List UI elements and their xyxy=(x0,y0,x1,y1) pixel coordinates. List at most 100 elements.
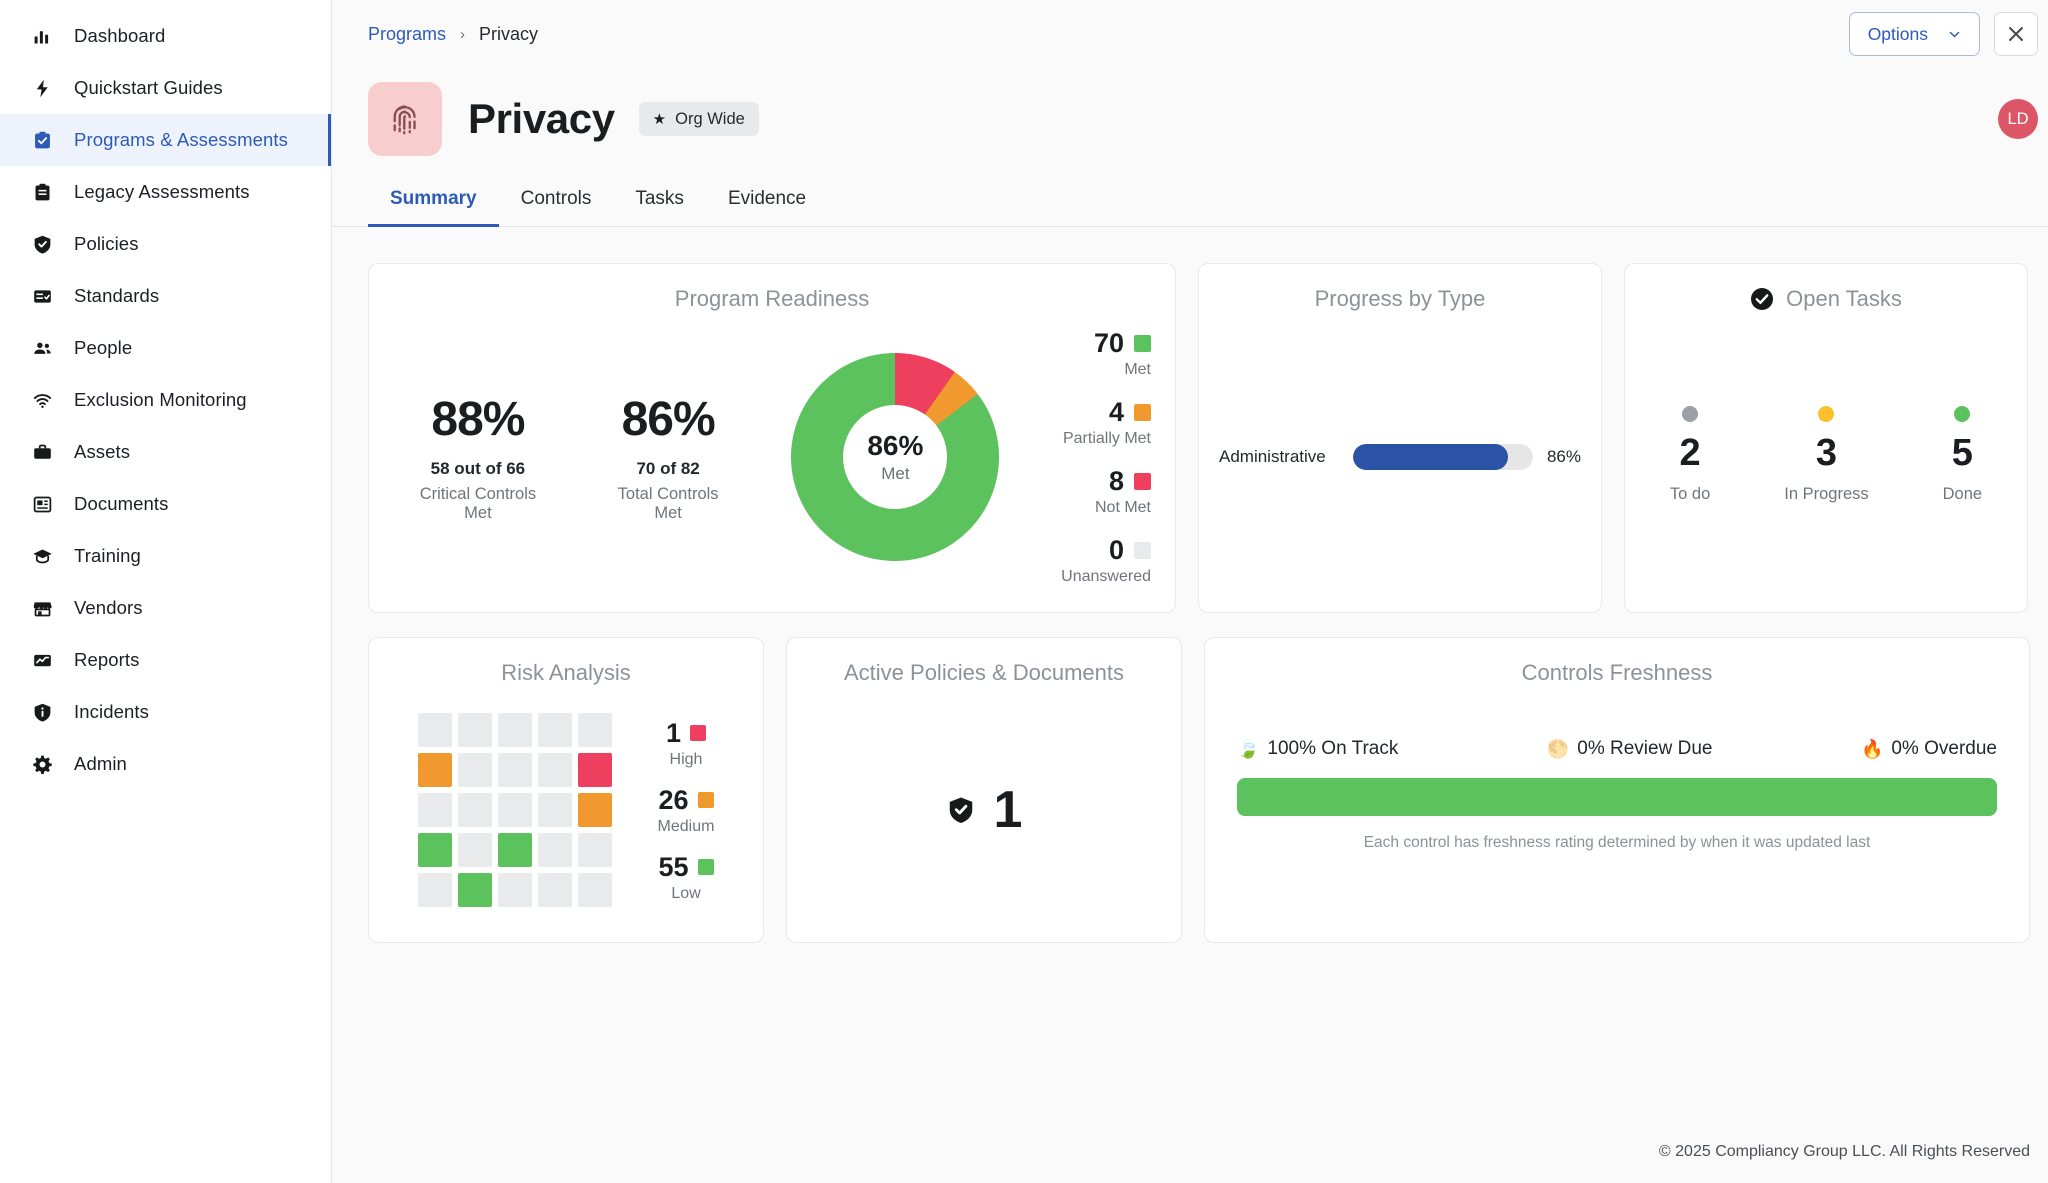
main-area: Programs › Privacy Options xyxy=(332,0,2048,1183)
risk-cell-empty xyxy=(418,873,452,907)
readiness-stat: 86%70 of 82Total Controls Met xyxy=(603,392,734,523)
footer: © 2025 Compliancy Group LLC. All Rights … xyxy=(332,1143,2048,1183)
sidebar-item-assets[interactable]: Assets xyxy=(0,426,331,478)
chevron-down-icon xyxy=(1948,28,1961,41)
risk-cell-empty xyxy=(578,833,612,867)
card-title-controls-freshness: Controls Freshness xyxy=(1205,638,2029,686)
risk-cell-empty xyxy=(538,833,572,867)
risk-legend: 1High26Medium55Low xyxy=(658,718,715,903)
legend-value: 0 xyxy=(1109,535,1124,566)
card-title-open-tasks: Open Tasks xyxy=(1786,286,1902,312)
sidebar-item-policies[interactable]: Policies xyxy=(0,218,331,270)
fingerprint-icon xyxy=(368,82,442,156)
sidebar-item-documents[interactable]: Documents xyxy=(0,478,331,530)
freshness-segment: 🔥0% Overdue xyxy=(1861,738,1997,760)
progress-value-label: 86% xyxy=(1547,447,1581,467)
sidebar-item-label: Documents xyxy=(74,493,168,515)
close-button[interactable] xyxy=(1994,12,2038,56)
clipboard-check-icon xyxy=(30,128,54,152)
tab-tasks[interactable]: Tasks xyxy=(613,178,706,226)
risk-cell-empty xyxy=(458,753,492,787)
risk-cell-low xyxy=(498,833,532,867)
top-bar-actions: Options xyxy=(1849,12,2038,56)
donut-center-label: Met xyxy=(881,464,909,484)
sidebar-item-label: Incidents xyxy=(74,701,149,723)
sidebar-item-programs-assessments[interactable]: Programs & Assessments xyxy=(0,114,331,166)
open-task-count: 2 xyxy=(1670,432,1710,475)
tab-summary[interactable]: Summary xyxy=(368,178,499,226)
status-dot xyxy=(1818,406,1834,422)
progress-bar-track xyxy=(1353,444,1533,470)
legend-swatch xyxy=(1134,335,1151,352)
dashboard-row-2: Risk Analysis 1High26Medium55Low Active … xyxy=(368,637,2030,943)
open-tasks-list: 2To do3In Progress5Done xyxy=(1625,312,2027,598)
freshness-segment: 🌕 0% Review Due xyxy=(1547,738,1713,760)
risk-cell-medium xyxy=(578,793,612,827)
store-icon xyxy=(30,596,54,620)
briefcase-icon xyxy=(30,440,54,464)
risk-cell-empty xyxy=(418,713,452,747)
sidebar-item-exclusion-monitoring[interactable]: Exclusion Monitoring xyxy=(0,374,331,426)
breadcrumb-current: Privacy xyxy=(479,24,538,45)
open-task-label: In Progress xyxy=(1784,485,1868,504)
sidebar-item-label: Quickstart Guides xyxy=(74,77,223,99)
progress-bar-fill xyxy=(1353,444,1508,470)
avatar[interactable]: LD xyxy=(1998,99,2038,139)
readiness-legend-item: 70Met xyxy=(999,328,1151,379)
open-task-count: 5 xyxy=(1943,432,1982,475)
sidebar-item-label: Training xyxy=(74,545,141,567)
risk-legend-swatch xyxy=(690,725,706,741)
legend-label: Met xyxy=(999,361,1151,379)
sidebar-item-legacy-assessments[interactable]: Legacy Assessments xyxy=(0,166,331,218)
card-active-policies: Active Policies & Documents 1 xyxy=(786,637,1182,943)
donut-center: 86% Met xyxy=(843,405,947,509)
freshness-segment-label: 0% Review Due xyxy=(1577,738,1712,760)
legend-value: 4 xyxy=(1109,397,1124,428)
sidebar-item-training[interactable]: Training xyxy=(0,530,331,582)
sidebar-item-quickstart-guides[interactable]: Quickstart Guides xyxy=(0,62,331,114)
risk-cell-empty xyxy=(498,793,532,827)
legend-label: Partially Met xyxy=(999,430,1151,448)
risk-cell-empty xyxy=(538,753,572,787)
sidebar-item-standards[interactable]: Standards xyxy=(0,270,331,322)
breadcrumb-separator-icon: › xyxy=(460,26,465,43)
page-header: Privacy ★ Org Wide LD xyxy=(332,68,2048,164)
dashboard-content: Program Readiness 88%58 out of 66Critica… xyxy=(332,227,2048,967)
open-task-stat: 5Done xyxy=(1943,406,1982,504)
risk-legend-item: 26Medium xyxy=(658,785,715,836)
leaf-emoji: 🍃 xyxy=(1237,740,1259,758)
bolt-icon xyxy=(30,76,54,100)
card-title-active-policies: Active Policies & Documents xyxy=(787,638,1181,686)
tab-controls[interactable]: Controls xyxy=(499,178,614,226)
page-title: Privacy xyxy=(468,95,615,143)
status-dot xyxy=(1682,406,1698,422)
moon-emoji: 🌕 xyxy=(1547,740,1569,758)
freshness-segment: 🍃100% On Track xyxy=(1237,738,1398,760)
card-controls-freshness: Controls Freshness 🍃100% On Track 🌕 0% Rev… xyxy=(1204,637,2030,943)
risk-cell-empty xyxy=(578,713,612,747)
readiness-legend-item: 8Not Met xyxy=(999,466,1151,517)
check-circle-icon xyxy=(1750,287,1774,311)
sidebar-item-admin[interactable]: Admin xyxy=(0,738,331,790)
risk-cell-empty xyxy=(458,833,492,867)
sidebar-item-label: Exclusion Monitoring xyxy=(74,389,247,411)
risk-cell-empty xyxy=(498,753,532,787)
sidebar-item-vendors[interactable]: Vendors xyxy=(0,582,331,634)
risk-cell-low xyxy=(418,833,452,867)
sidebar-item-people[interactable]: People xyxy=(0,322,331,374)
sidebar-item-dashboard[interactable]: Dashboard xyxy=(0,10,331,62)
risk-legend-item: 1High xyxy=(658,718,715,769)
readiness-stats: 88%58 out of 66Critical Controls Met86%7… xyxy=(405,392,733,523)
options-button[interactable]: Options xyxy=(1849,12,1980,56)
sidebar-item-incidents[interactable]: Incidents xyxy=(0,686,331,738)
bar-chart-icon xyxy=(30,24,54,48)
open-task-count: 3 xyxy=(1784,432,1868,475)
readiness-legend: 70Met4Partially Met8Not Met0Unanswered xyxy=(999,328,1157,586)
sidebar-item-reports[interactable]: Reports xyxy=(0,634,331,686)
people-icon xyxy=(30,336,54,360)
risk-legend-label: Low xyxy=(658,885,715,903)
tab-evidence[interactable]: Evidence xyxy=(706,178,828,226)
sidebar-item-label: Programs & Assessments xyxy=(74,129,288,151)
freshness-segment-label: 0% Overdue xyxy=(1891,738,1997,760)
breadcrumb-programs[interactable]: Programs xyxy=(368,24,446,45)
